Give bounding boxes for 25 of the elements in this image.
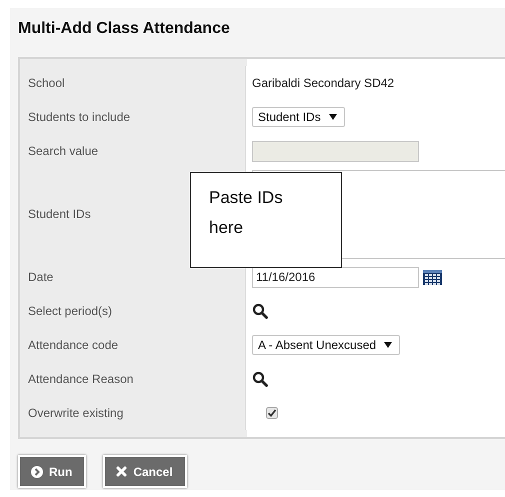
field-label: Search value [28, 144, 98, 158]
dropdown[interactable]: A - Absent Unexcused [252, 335, 400, 355]
callout-tooltip: Paste IDs here [190, 172, 342, 268]
caret-icon [328, 114, 337, 120]
caret-icon [384, 342, 392, 348]
dropdown[interactable]: Student IDs [252, 107, 345, 127]
field-label: Attendance code [28, 338, 118, 352]
field-label: Attendance Reason [28, 372, 134, 386]
field-value: Garibaldi Secondary SD42 [252, 76, 394, 90]
field-label: Select period(s) [28, 304, 112, 318]
arrow-circle-icon [31, 466, 43, 478]
calendar-icon[interactable] [423, 270, 442, 284]
field-label: Overwrite existing [28, 406, 124, 420]
field-label: Students to include [28, 110, 130, 124]
field-label: School [28, 76, 65, 90]
field-label: Date [28, 270, 54, 284]
cancel-button[interactable]: Cancel [103, 455, 187, 488]
search-icon[interactable] [252, 371, 268, 387]
checkbox[interactable] [266, 407, 278, 419]
search-icon[interactable] [252, 303, 268, 319]
close-icon [116, 466, 128, 477]
page-title: Multi-Add Class Attendance [18, 20, 230, 38]
field-label: Student IDs [28, 207, 91, 221]
run-button[interactable]: Run [18, 455, 86, 488]
date-field[interactable]: 11/16/2016 [252, 266, 419, 288]
